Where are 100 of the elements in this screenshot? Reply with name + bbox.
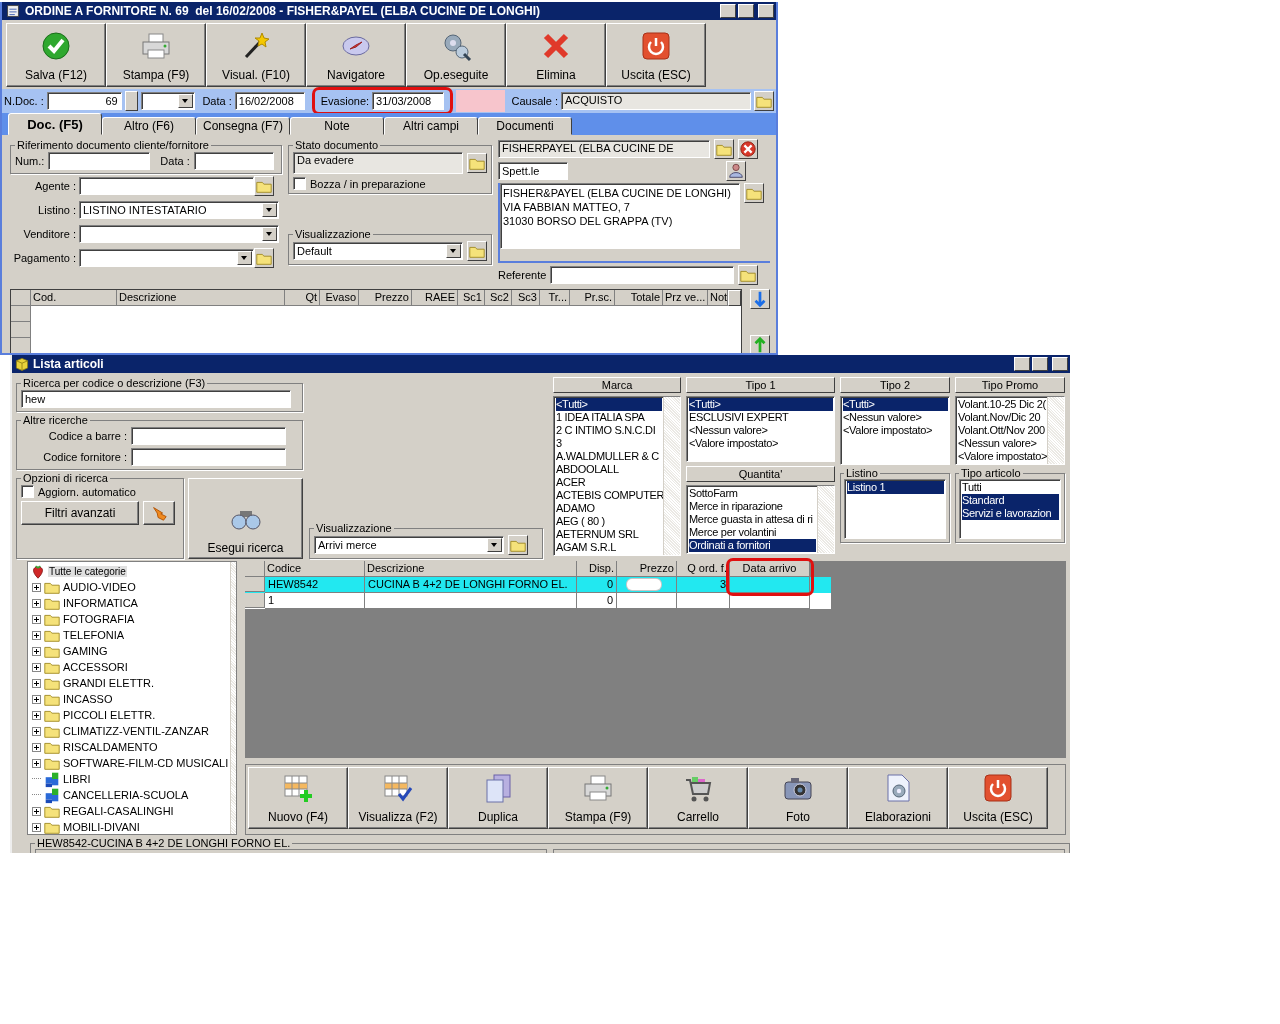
list-item[interactable]: ADAMO [556, 502, 662, 515]
list-item[interactable]: <Valore impostato> [689, 437, 833, 450]
date-field[interactable]: 16/02/2008 [234, 92, 305, 110]
referente-field[interactable] [550, 266, 735, 284]
list-item[interactable]: Tutti [962, 481, 1059, 494]
column-header[interactable]: RAEE [412, 290, 458, 306]
dropdown-field[interactable]: Arrivi merce [314, 536, 504, 554]
list-item[interactable]: <Tutti> [556, 398, 662, 411]
tree-item[interactable]: ACCESSORI [63, 661, 128, 673]
column-header[interactable]: Sc3 [512, 290, 540, 306]
expand-icon[interactable] [32, 646, 41, 656]
folder-button[interactable] [467, 241, 487, 261]
list-item[interactable]: <Valore impostato> [843, 424, 948, 437]
doc-number-field[interactable]: 69 [46, 92, 122, 110]
list-item[interactable]: Volant.Nov/Dic 20 [958, 411, 1046, 424]
toolbar-button[interactable]: Navigatore [306, 23, 406, 87]
supplier-code-field[interactable] [131, 448, 286, 466]
list-item[interactable]: Servizi e lavorazion [962, 507, 1059, 520]
folder-button[interactable] [508, 535, 528, 555]
minimize-button[interactable] [720, 4, 736, 18]
scrollbar[interactable] [663, 397, 680, 555]
list-item[interactable]: SottoFarm [689, 487, 816, 500]
list-header-button[interactable]: Quantita' [686, 466, 835, 482]
tab[interactable]: Consegna (F7) [196, 117, 290, 135]
maximize-button[interactable] [738, 4, 754, 18]
tree-item[interactable]: CLIMATIZZ-VENTIL-ZANZAR [63, 725, 209, 737]
list-item[interactable]: 2 C INTIMO S.N.C.DI [556, 424, 662, 437]
move-down-button[interactable] [750, 289, 770, 309]
status-field[interactable]: Da evadere [293, 152, 463, 174]
tree-item[interactable]: GRANDI ELETTR. [63, 677, 155, 689]
move-up-button[interactable] [750, 335, 770, 353]
minimize-button[interactable] [1014, 357, 1030, 371]
list-item[interactable]: <Nessun valore> [689, 424, 833, 437]
column-header[interactable]: Evaso [320, 290, 359, 306]
column-header[interactable]: Pr.sc. [570, 290, 615, 306]
tab[interactable]: Altro (F6) [102, 117, 196, 135]
tree-item[interactable]: PICCOLI ELETTR. [63, 709, 156, 721]
column-header[interactable]: Sc2 [485, 290, 512, 306]
scrollbar[interactable] [817, 486, 834, 553]
list-item[interactable]: Merce in riparazione [689, 500, 816, 513]
tree-item[interactable]: GAMING [63, 645, 108, 657]
column-header[interactable]: Qt [285, 290, 320, 306]
dropdown-field[interactable] [79, 249, 254, 267]
list-item[interactable]: <Tutti> [689, 398, 833, 411]
list-item[interactable]: ESCLUSIVI EXPERT [689, 411, 833, 424]
tree-item[interactable]: SOFTWARE-FILM-CD MUSICALI [63, 757, 229, 769]
tab[interactable]: Note [290, 117, 384, 135]
expand-icon[interactable] [32, 630, 41, 640]
column-header[interactable]: Not [708, 290, 728, 306]
list-item[interactable]: Merce per volantini [689, 526, 816, 539]
expand-icon[interactable] [32, 726, 41, 736]
expand-icon[interactable] [32, 598, 41, 608]
folder-button[interactable] [754, 91, 774, 111]
list-item[interactable]: ACER [556, 476, 662, 489]
column-header[interactable]: Disp. [577, 561, 617, 577]
list-item[interactable]: ABDOOLALL [556, 463, 662, 476]
expand-icon[interactable] [32, 758, 41, 768]
action-button[interactable]: Uscita (ESC) [948, 767, 1048, 830]
column-header[interactable]: Q ord. f. [677, 561, 730, 577]
supplier-name-field[interactable]: FISHERPAYEL (ELBA CUCINE DE [498, 140, 710, 158]
list-header-button[interactable]: Marca [553, 377, 681, 393]
toolbar-button[interactable]: Visual. (F10) [206, 23, 306, 87]
list-item[interactable]: AGAM S.R.L [556, 541, 662, 554]
list-header-button[interactable]: Tipo 2 [840, 377, 950, 393]
column-header[interactable]: Prz ve... [663, 290, 708, 306]
table-row[interactable]: 1 0 [245, 593, 831, 609]
dropdown-field[interactable]: LISTINO INTESTATARIO [79, 201, 279, 219]
contact-button[interactable] [726, 161, 746, 181]
list-header-button[interactable]: Tipo 1 [686, 377, 835, 393]
list-header-button[interactable]: Tipo Promo [955, 377, 1065, 393]
list-item[interactable]: Ordinati a fornitori [689, 539, 816, 552]
date-field[interactable] [193, 152, 274, 170]
folder-button[interactable] [744, 183, 764, 203]
dropdown-field[interactable]: Default [293, 242, 463, 260]
expand-icon[interactable] [32, 662, 41, 672]
expand-icon[interactable] [32, 806, 41, 816]
tree-item[interactable]: REGALI-CASALINGHI [63, 805, 174, 817]
maximize-button[interactable] [1032, 357, 1048, 371]
number-field[interactable] [48, 152, 151, 170]
tree-item[interactable]: TELEFONIA [63, 629, 125, 641]
expand-icon[interactable] [32, 678, 41, 688]
tree-item[interactable]: INCASSO [63, 693, 113, 705]
list-item[interactable]: <Nessun valore> [843, 411, 948, 424]
causale-field[interactable]: ACQUISTO [561, 92, 751, 110]
folder-button[interactable] [254, 248, 274, 268]
tab[interactable]: Altri campi [384, 117, 478, 135]
column-header[interactable]: Cod. [31, 290, 117, 306]
column-header[interactable]: Data arrivo [730, 561, 810, 577]
tree-item[interactable]: LIBRI [63, 773, 91, 785]
checkbox[interactable] [21, 485, 34, 498]
action-button[interactable]: Carrello [648, 767, 748, 830]
list-item[interactable]: ACTEBIS COMPUTER [556, 489, 662, 502]
tree-item[interactable]: MOBILI-DIVANI [63, 821, 140, 833]
list-item[interactable]: Volant.10-25 Dic 2( [958, 398, 1046, 411]
delete-button[interactable] [738, 139, 758, 159]
folder-button[interactable] [714, 139, 734, 159]
tree-item[interactable]: INFORMATICA [63, 597, 138, 609]
close-button[interactable] [1052, 357, 1068, 371]
list-item[interactable]: AETERNUM SRL [556, 528, 662, 541]
search-field[interactable]: hew [21, 390, 291, 408]
